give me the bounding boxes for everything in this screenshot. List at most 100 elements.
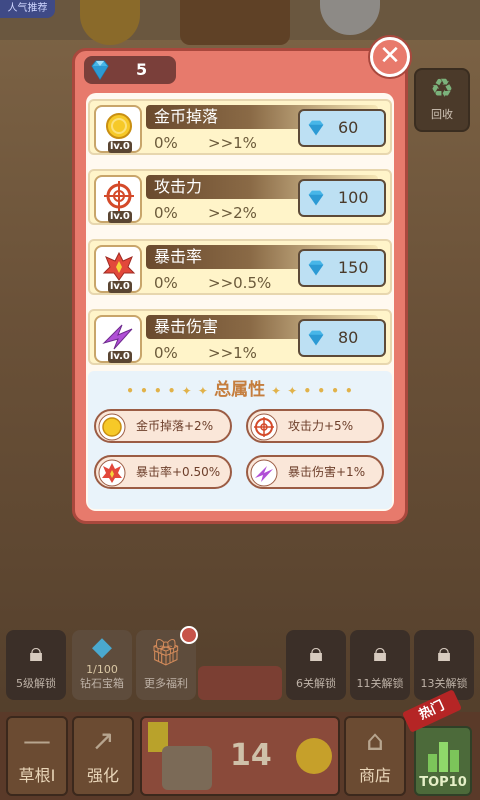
buy-button[interactable]: 100 xyxy=(298,179,386,217)
upgrade-icon-box: lv.0 xyxy=(94,315,142,363)
trend-up-icon: ↗ xyxy=(91,724,115,757)
upgrade-title: 暴击伤害 xyxy=(154,317,219,336)
buy-button[interactable]: 150 xyxy=(298,249,386,287)
total-chip-crit-damage: 暴击伤害+1% xyxy=(246,455,384,489)
locked-slot-level5[interactable]: 🔒︎ 5级解锁 xyxy=(6,630,66,700)
recycle-button[interactable]: ♻ 回收 xyxy=(414,68,470,132)
level-label: lv.0 xyxy=(108,211,132,223)
next-value: >>0.5% xyxy=(208,274,272,292)
upgrade-row-coin-drop: lv.0 金币掉落 0% >>1% 60 xyxy=(88,99,392,155)
upgrade-title: 攻击力 xyxy=(154,177,203,196)
upgrade-panel: lv.0 金币掉落 0% >>1% 60 lv.0 攻击力 0% >>2% 10… xyxy=(86,93,394,511)
decor-stars-right-icon: ✦ ✦ • • • • xyxy=(271,384,354,398)
locked-slot-stage6[interactable]: 🔒︎ 6关解锁 xyxy=(286,630,346,700)
popularity-badge[interactable]: 人气推荐 xyxy=(0,0,55,18)
lock-label: 6关解锁 xyxy=(296,677,336,690)
level-label: lv.0 xyxy=(108,281,132,293)
crit-damage-icon xyxy=(250,459,278,487)
locked-slot-stage11[interactable]: 🔒︎ 11关解锁 xyxy=(350,630,410,700)
total-attributes: • • • • ✦ ✦ 总属性 ✦ ✦ • • • • 金币掉落+2% 攻击力+… xyxy=(88,371,392,509)
strengthen-button[interactable]: ↗ 强化 xyxy=(72,716,134,796)
padlock-icon: 🔒︎ xyxy=(309,638,323,668)
stage-panel[interactable]: 14 xyxy=(140,716,340,796)
close-button[interactable]: ✕ xyxy=(370,37,410,77)
upgrade-icon-box: lv.0 xyxy=(94,105,142,153)
target-icon xyxy=(250,413,278,441)
stage-chest-decor xyxy=(198,666,282,700)
upgrade-icon-box: lv.0 xyxy=(94,245,142,293)
background-barrel xyxy=(180,0,290,45)
chip-text: 暴击伤害+1% xyxy=(288,465,366,479)
upgrade-row-crit-rate: lv.0 暴击率 0% >>0.5% 150 xyxy=(88,239,392,295)
price: 60 xyxy=(338,118,359,137)
diamond-chest-label: 钻石宝箱 xyxy=(80,677,124,690)
upgrade-title: 金币掉落 xyxy=(154,107,219,126)
total-chip-coin: 金币掉落+2% xyxy=(94,409,232,443)
stage-number: 14 xyxy=(230,738,272,773)
buy-button[interactable]: 60 xyxy=(298,109,386,147)
upgrade-icon-box: lv.0 xyxy=(94,175,142,223)
upgrade-row-attack: lv.0 攻击力 0% >>2% 100 xyxy=(88,169,392,225)
grass-icon: — xyxy=(23,724,51,757)
total-chip-crit-rate: 暴击率+0.50% xyxy=(94,455,232,489)
target-icon xyxy=(104,181,134,211)
price: 150 xyxy=(338,258,369,277)
close-icon: ✕ xyxy=(379,41,401,71)
diamond-chest-icon: ◆ xyxy=(92,632,112,662)
diamond-chest-button[interactable]: ◆ 1/100 钻石宝箱 xyxy=(72,630,132,700)
padlock-icon: 🔒︎ xyxy=(29,638,43,668)
decor-stars-left-icon: • • • • ✦ ✦ xyxy=(126,384,215,398)
total-chip-attack: 攻击力+5% xyxy=(246,409,384,443)
chip-text: 攻击力+5% xyxy=(288,419,354,433)
current-value: 0% xyxy=(154,344,178,362)
price: 80 xyxy=(338,328,359,347)
recycle-label: 回收 xyxy=(431,108,453,121)
total-title-row: • • • • ✦ ✦ 总属性 ✦ ✦ • • • • xyxy=(88,379,392,402)
diamond-icon xyxy=(308,120,324,136)
crit-burst-icon xyxy=(98,459,126,487)
coin-icon xyxy=(106,113,132,139)
more-welfare-label: 更多福利 xyxy=(144,677,188,690)
coin-icon xyxy=(98,413,126,441)
diamond-icon xyxy=(91,60,109,80)
grass-label: 草根I xyxy=(18,766,56,785)
gem-counter: 5 xyxy=(84,56,176,84)
chip-text: 金币掉落+2% xyxy=(136,419,214,433)
strengthen-label: 强化 xyxy=(86,766,119,785)
shop-button[interactable]: ⌂ 商店 xyxy=(344,716,406,796)
grass-roots-button[interactable]: — 草根I xyxy=(6,716,68,796)
leaderboard-icon xyxy=(428,742,459,772)
notification-dot xyxy=(180,626,198,644)
coin-icon xyxy=(296,738,332,774)
chef-avatar xyxy=(162,746,212,790)
lock-label: 13关解锁 xyxy=(420,677,468,690)
diamond-icon xyxy=(308,260,324,276)
upgrade-row-crit-damage: lv.0 暴击伤害 0% >>1% 80 xyxy=(88,309,392,365)
padlock-icon: 🔒︎ xyxy=(437,638,451,668)
shop-label: 商店 xyxy=(358,766,391,785)
next-value: >>1% xyxy=(208,134,257,152)
chip-text: 暴击率+0.50% xyxy=(136,465,221,479)
top10-label: TOP10 xyxy=(419,775,467,790)
padlock-icon: 🔒︎ xyxy=(373,638,387,668)
locked-slot-stage13[interactable]: 🔒︎ 13关解锁 xyxy=(414,630,474,700)
crit-burst-icon xyxy=(102,251,136,281)
diamond-chest-count: 1/100 xyxy=(86,663,118,676)
more-welfare-button[interactable]: 🎁︎ 更多福利 xyxy=(136,626,198,700)
diamond-icon xyxy=(308,190,324,206)
level-label: lv.0 xyxy=(108,141,132,153)
top10-button[interactable]: TOP10 xyxy=(414,726,472,796)
current-value: 0% xyxy=(154,204,178,222)
shop-icon: ⌂ xyxy=(366,724,384,757)
next-value: >>1% xyxy=(208,344,257,362)
gem-count: 5 xyxy=(136,60,148,79)
diamond-icon xyxy=(308,330,324,346)
crit-damage-icon xyxy=(102,324,133,350)
next-value: >>2% xyxy=(208,204,257,222)
buy-button[interactable]: 80 xyxy=(298,319,386,357)
total-title: 总属性 xyxy=(214,380,266,400)
current-value: 0% xyxy=(154,274,178,292)
recycle-icon: ♻ xyxy=(430,74,454,104)
current-value: 0% xyxy=(154,134,178,152)
lock-label: 11关解锁 xyxy=(356,677,404,690)
